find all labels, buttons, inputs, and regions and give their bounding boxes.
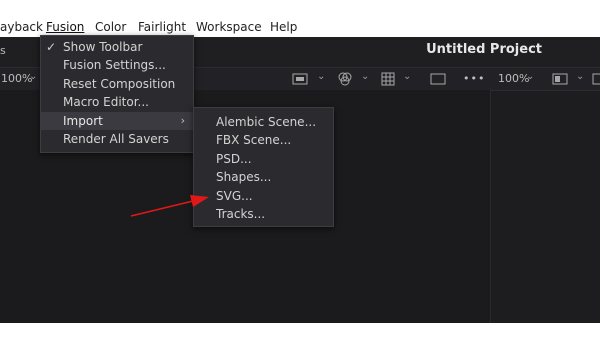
zoom-right-dropdown[interactable]: 100% [498, 70, 529, 88]
chevron-down-icon: ⌄ [526, 71, 535, 82]
menu-item-render-all-savers[interactable]: Render All Savers [41, 130, 193, 148]
panel-edge-icon: s [0, 44, 6, 57]
viewer-divider [490, 89, 491, 323]
menu-color[interactable]: Color [95, 18, 126, 36]
menu-item-import[interactable]: Import › [41, 112, 193, 130]
project-title: Untitled Project [426, 42, 542, 57]
menu-bar: ayback Fusion Color Fairlight Workspace … [0, 17, 600, 37]
chevron-down-icon: ⌄ [576, 71, 585, 82]
menu-item-macro-editor[interactable]: Macro Editor... [41, 93, 193, 111]
grid-icon[interactable] [381, 72, 395, 86]
fusion-menu: ✓ Show Toolbar Fusion Settings... Reset … [40, 35, 194, 153]
color-channels-icon[interactable] [337, 72, 353, 86]
more-options-icon[interactable]: ••• [463, 70, 485, 88]
viewer-layout-icon[interactable] [592, 73, 600, 85]
menu-item-show-toolbar[interactable]: ✓ Show Toolbar [41, 38, 193, 56]
resolve-app-window: ayback Fusion Color Fairlight Workspace … [0, 17, 600, 323]
chevron-down-icon: ⌄ [29, 71, 38, 82]
menu-help[interactable]: Help [270, 18, 297, 36]
zoom-left-dropdown[interactable]: 100% [1, 70, 32, 88]
submenu-item-fbx-scene[interactable]: FBX Scene... [194, 131, 333, 149]
region-of-interest-icon[interactable] [430, 73, 446, 85]
viewer-layout-icon[interactable] [292, 73, 308, 85]
menu-fairlight[interactable]: Fairlight [138, 18, 186, 36]
submenu-item-alembic-scene[interactable]: Alembic Scene... [194, 113, 333, 131]
checkmark-icon: ✓ [46, 40, 57, 54]
chevron-down-icon: ⌄ [361, 71, 370, 82]
chevron-right-icon: › [180, 114, 185, 127]
chevron-down-icon: ⌄ [403, 71, 412, 82]
menu-item-fusion-settings[interactable]: Fusion Settings... [41, 56, 193, 74]
menu-workspace[interactable]: Workspace [196, 18, 262, 36]
submenu-item-shapes[interactable]: Shapes... [194, 168, 333, 186]
annotation-arrow [130, 195, 209, 217]
menu-fusion[interactable]: Fusion [46, 18, 84, 36]
submenu-item-psd[interactable]: PSD... [194, 150, 333, 168]
menu-playback[interactable]: ayback [0, 18, 43, 36]
split-view-icon[interactable] [552, 73, 568, 85]
menu-item-reset-composition[interactable]: Reset Composition [41, 75, 193, 93]
chevron-down-icon: ⌄ [317, 71, 326, 82]
